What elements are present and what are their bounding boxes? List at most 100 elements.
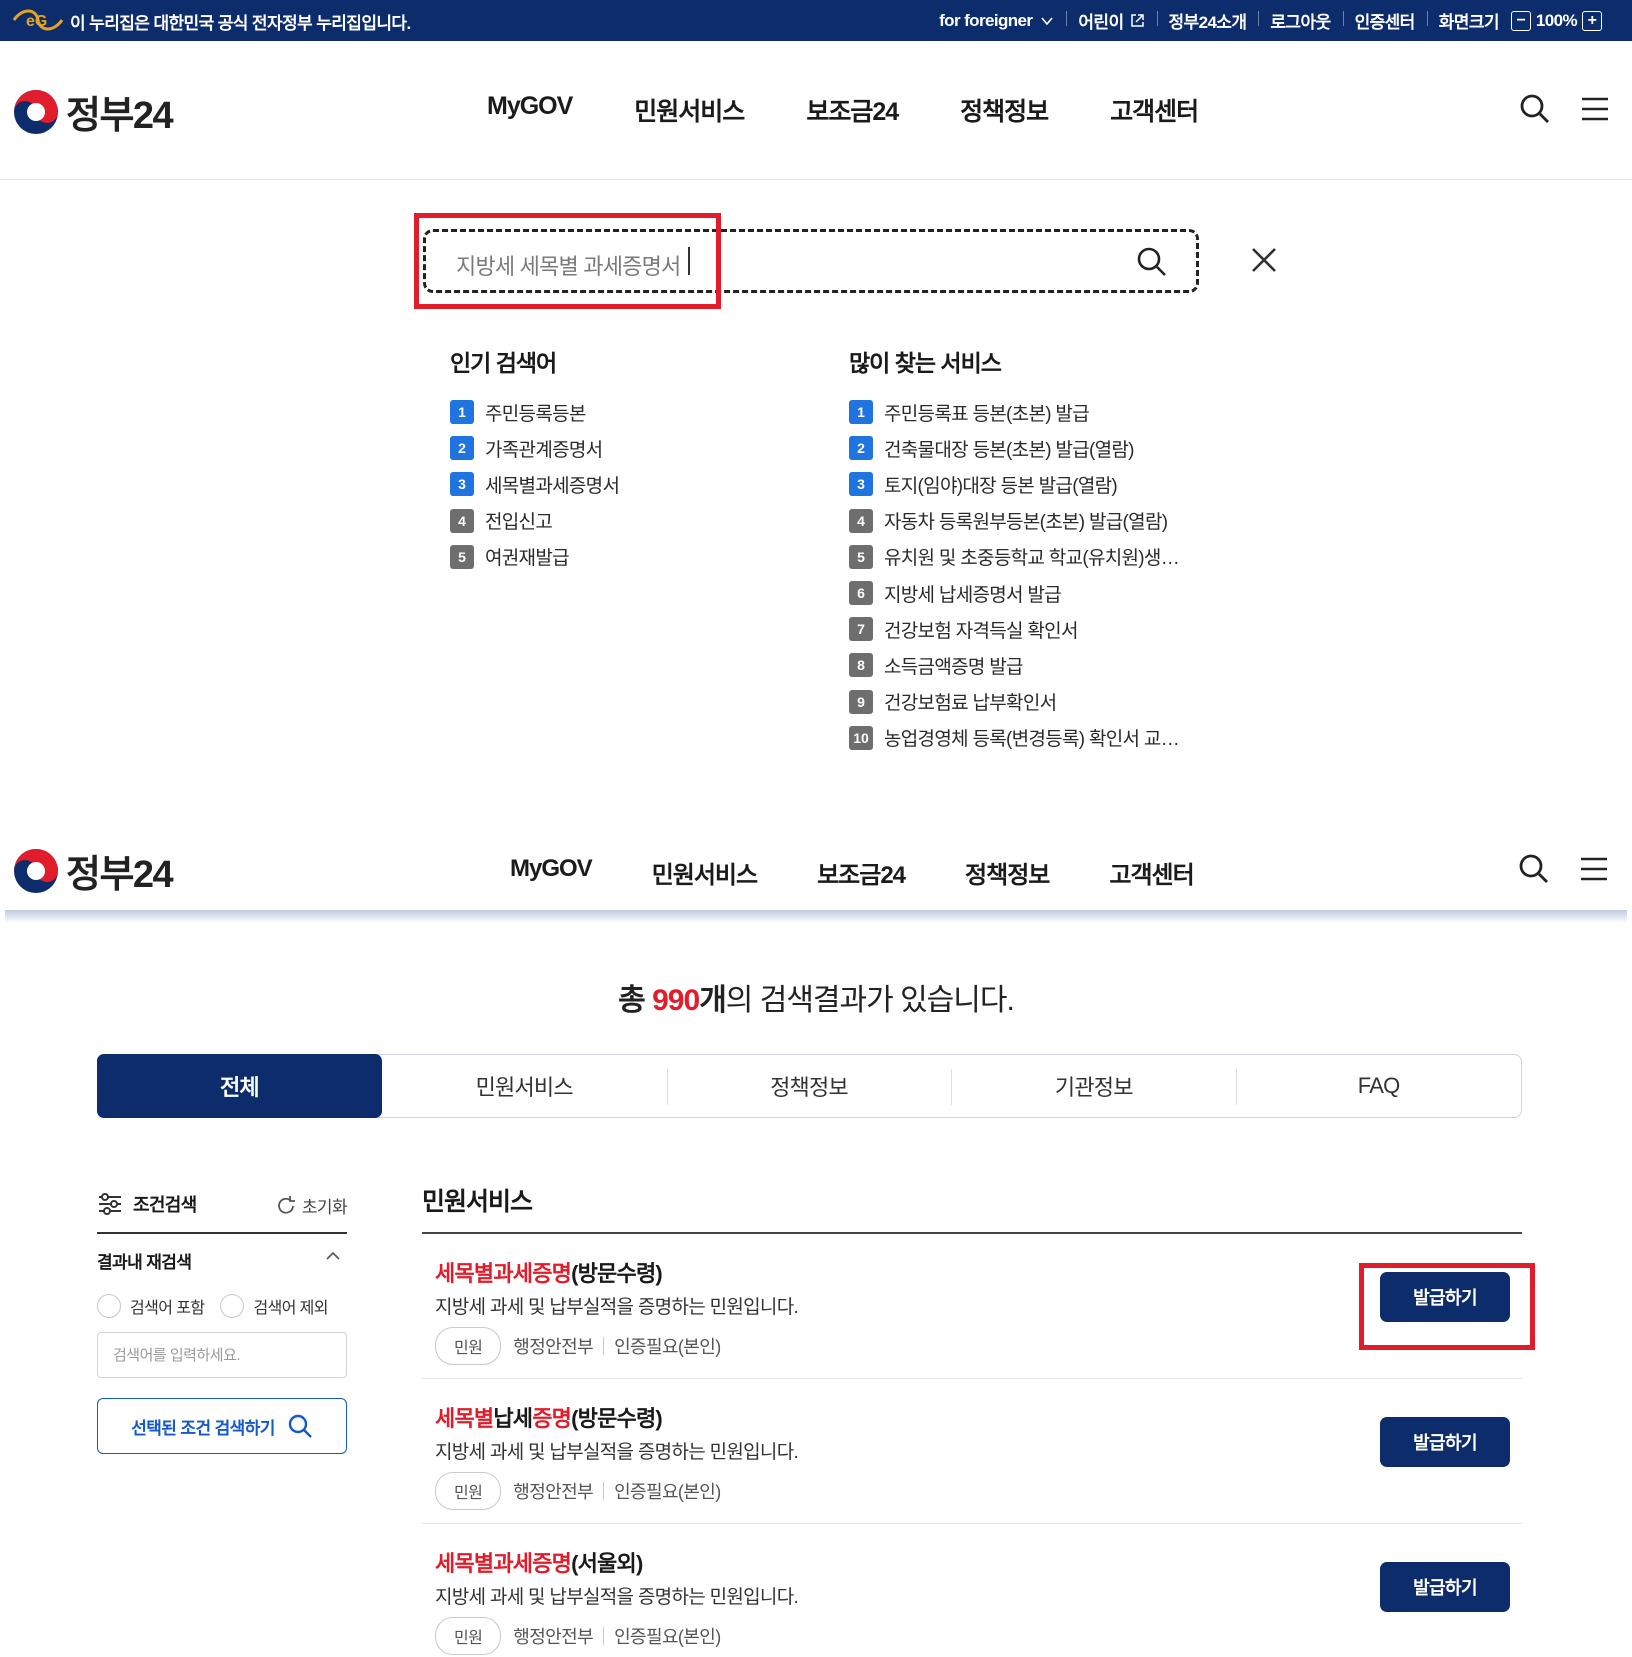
site-header: 정부24 MyGOV 민원서비스 보조금24 정책정보 고객센터	[0, 50, 1632, 180]
rank-label: 지방세 납세증명서 발급	[884, 584, 1062, 606]
refine-search-input[interactable]	[97, 1332, 347, 1378]
rank-item[interactable]: 4 자동차 등록원부등본(초본) 발급(열람)	[849, 503, 1179, 539]
result-description: 지방세 과세 및 납부실적을 증명하는 민원입니다.	[435, 1297, 799, 1318]
for-foreigner-dropdown[interactable]: for foreigner	[927, 11, 1066, 31]
rank-item[interactable]: 5 유치원 및 초중등학교 학교(유치원)생…	[849, 539, 1180, 575]
rank-item[interactable]: 9 건강보험료 납부확인서	[849, 684, 1179, 720]
cert-center-label: 인증센터	[1354, 13, 1416, 32]
about-link[interactable]: 정부24소개	[1156, 8, 1259, 33]
result-title[interactable]: 세목별과세증명(방문수령)	[435, 1256, 663, 1288]
screen-size-label: 화면크기	[1438, 13, 1500, 32]
site-logo[interactable]: 정부24	[12, 843, 174, 898]
rank-label: 전입신고	[485, 512, 553, 534]
conditional-search-button[interactable]: 선택된 조건 검색하기	[97, 1398, 347, 1454]
rank-badge: 7	[849, 617, 873, 642]
exclude-label: 검색어 제외	[253, 1300, 328, 1317]
rank-label: 소득금액증명 발급	[884, 656, 1024, 678]
rank-item[interactable]: 5 여권재발급	[450, 539, 619, 575]
nav-customer-center[interactable]: 고객센터	[1110, 92, 1199, 128]
result-meta: 민원 행정안전부 인증필요(본인)	[435, 1472, 721, 1510]
nav-policy-info[interactable]: 정책정보	[965, 855, 1050, 890]
frequent-service-list: 1 주민등록표 등본(초본) 발급 2 건축물대장 등본(초본) 발급(열람) 3 토지(…	[849, 394, 1180, 756]
rank-badge: 9	[849, 689, 873, 714]
nav-civil-service[interactable]: 민원서비스	[634, 92, 745, 128]
refine-options: 검색어 포함 검색어 제외	[97, 1294, 344, 1318]
rank-item[interactable]: 2 가족관계증명서	[450, 430, 619, 466]
zoom-out-button[interactable]: −	[1510, 10, 1531, 31]
nav-mygov[interactable]: MyGOV	[487, 92, 573, 128]
result-item: 세목별과세증명(방문수령) 지방세 과세 및 납부실적을 증명하는 민원입니다. 민…	[422, 1234, 1522, 1379]
tab-all[interactable]: 전체	[97, 1054, 382, 1118]
exclude-keyword-option[interactable]: 검색어 제외	[220, 1294, 329, 1318]
search-icon	[288, 1414, 312, 1438]
gov-banner: eG 이 누리집은 대한민국 공식 전자정부 누리집입니다. for forei…	[0, 0, 1632, 41]
rank-item[interactable]: 3 토지(임야)대장 등본 발급(열람)	[849, 466, 1179, 502]
search-icon[interactable]	[1518, 853, 1550, 885]
include-keyword-option[interactable]: 검색어 포함	[97, 1294, 205, 1318]
rank-item[interactable]: 1 주민등록표 등본(초본) 발급	[849, 394, 1179, 430]
include-label: 검색어 포함	[130, 1300, 205, 1317]
tab-policy-info[interactable]: 정책정보	[666, 1055, 952, 1117]
nav-mygov[interactable]: MyGOV	[510, 855, 593, 890]
rank-badge: 5	[849, 544, 873, 569]
result-tabs: 전체 민원서비스 정책정보 기관정보 FAQ	[97, 1054, 1522, 1118]
nav-customer-center[interactable]: 고객센터	[1109, 855, 1194, 890]
rank-badge: 1	[849, 400, 873, 425]
rank-item[interactable]: 2 건축물대장 등본(초본) 발급(열람)	[849, 430, 1179, 466]
tab-faq[interactable]: FAQ	[1236, 1055, 1521, 1117]
logout-link[interactable]: 로그아웃	[1258, 8, 1342, 33]
rank-badge: 3	[849, 472, 873, 497]
chevron-down-icon	[1041, 16, 1054, 25]
close-icon[interactable]	[1250, 246, 1278, 274]
kids-link[interactable]: 어린이	[1066, 8, 1156, 33]
nav-subsidy24[interactable]: 보조금24	[817, 855, 906, 890]
reset-button[interactable]: 초기화	[275, 1193, 348, 1218]
tab-civil-service[interactable]: 민원서비스	[382, 1055, 667, 1117]
nav-subsidy24[interactable]: 보조금24	[806, 92, 899, 128]
filter-header: 조건검색 초기화	[97, 1186, 348, 1234]
rank-item[interactable]: 3 세목별과세증명서	[450, 466, 620, 502]
result-title[interactable]: 세목별납세증명(방문수령)	[435, 1401, 663, 1433]
site-logo[interactable]: 정부24	[12, 84, 174, 139]
logo-text: 정부24	[66, 854, 174, 896]
search-icon[interactable]	[1136, 246, 1168, 278]
rank-item[interactable]: 4 전입신고	[450, 503, 619, 539]
agency-name: 행정안전부	[513, 1337, 594, 1357]
zoom-in-button[interactable]: +	[1582, 10, 1602, 31]
title-text: 납세	[493, 1406, 533, 1431]
rank-badge: 4	[450, 508, 474, 533]
refresh-icon	[277, 1195, 295, 1214]
main-nav: MyGOV 민원서비스 보조금24 정책정보 고객센터	[510, 855, 1195, 890]
rank-item[interactable]: 1 주민등록등본	[450, 394, 619, 430]
issue-button[interactable]: 발급하기	[1380, 1562, 1510, 1612]
rank-item[interactable]: 6 지방세 납세증명서 발급	[849, 575, 1179, 611]
official-site-notice: 이 누리집은 대한민국 공식 전자정부 누리집입니다.	[70, 14, 411, 33]
rank-item[interactable]: 8 소득금액증명 발급	[849, 647, 1179, 683]
rank-item[interactable]: 7 건강보험 자격득실 확인서	[849, 611, 1179, 647]
chevron-up-icon	[326, 1251, 340, 1260]
tab-agency-info[interactable]: 기관정보	[951, 1055, 1236, 1117]
exclude-radio[interactable]	[220, 1294, 245, 1318]
include-radio[interactable]	[97, 1294, 121, 1318]
issue-button[interactable]: 발급하기	[1380, 1417, 1510, 1467]
result-description: 지방세 과세 및 납부실적을 증명하는 민원입니다.	[435, 1587, 799, 1608]
title-highlight: 세목별과세증명	[435, 1551, 572, 1576]
nav-civil-service[interactable]: 민원서비스	[652, 855, 758, 890]
menu-icon[interactable]	[1578, 853, 1610, 885]
meta-divider	[603, 1627, 605, 1645]
search-icon[interactable]	[1519, 93, 1551, 125]
title-text: (방문수령)	[571, 1261, 663, 1286]
result-title[interactable]: 세목별과세증명(서울외)	[435, 1546, 643, 1578]
refine-section-header[interactable]: 결과내 재검색	[97, 1248, 347, 1273]
header-shadow	[5, 910, 1627, 923]
filter-title: 조건검색	[97, 1191, 197, 1217]
taegeuk-logo-icon	[14, 89, 58, 134]
rank-item[interactable]: 10 농업경영체 등록(변경등록) 확인서 교…	[849, 720, 1180, 756]
rank-label: 농업경영체 등록(변경등록) 확인서 교…	[884, 729, 1180, 751]
egov-logo-icon: eG	[12, 9, 64, 31]
rank-badge: 6	[849, 581, 873, 606]
menu-icon[interactable]	[1579, 93, 1611, 125]
zoom-value: 100%	[1535, 10, 1578, 30]
cert-center-link[interactable]: 인증센터	[1342, 8, 1427, 33]
nav-policy-info[interactable]: 정책정보	[960, 92, 1049, 128]
